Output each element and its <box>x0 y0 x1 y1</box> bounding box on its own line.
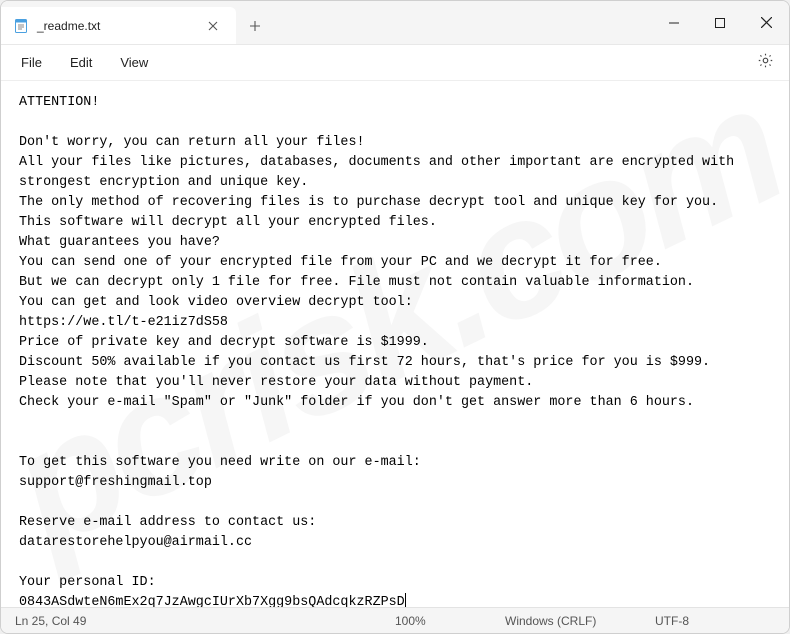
document-text: ATTENTION! Don't worry, you can return a… <box>19 95 742 607</box>
status-cursor-position: Ln 25, Col 49 <box>1 614 381 628</box>
menu-file[interactable]: File <box>9 51 54 74</box>
minimize-button[interactable] <box>651 1 697 44</box>
close-window-button[interactable] <box>743 1 789 44</box>
notepad-icon <box>13 18 29 34</box>
gear-icon <box>757 52 774 74</box>
titlebar-drag-area[interactable] <box>274 1 651 44</box>
text-caret <box>405 593 406 607</box>
window-controls <box>651 1 789 44</box>
notepad-window: _readme.txt File Edit View <box>0 0 790 634</box>
new-tab-button[interactable] <box>236 7 274 44</box>
titlebar: _readme.txt <box>1 1 789 45</box>
status-line-ending: Windows (CRLF) <box>491 614 641 628</box>
maximize-button[interactable] <box>697 1 743 44</box>
status-zoom[interactable]: 100% <box>381 614 491 628</box>
tab-title: _readme.txt <box>37 19 193 33</box>
menu-view[interactable]: View <box>108 51 160 74</box>
settings-button[interactable] <box>749 47 781 79</box>
close-tab-button[interactable] <box>201 14 225 38</box>
status-encoding: UTF-8 <box>641 614 789 628</box>
statusbar: Ln 25, Col 49 100% Windows (CRLF) UTF-8 <box>1 607 789 633</box>
menubar: File Edit View <box>1 45 789 81</box>
text-editor-area[interactable]: ATTENTION! Don't worry, you can return a… <box>1 81 789 607</box>
menu-edit[interactable]: Edit <box>58 51 104 74</box>
active-tab[interactable]: _readme.txt <box>1 7 236 44</box>
